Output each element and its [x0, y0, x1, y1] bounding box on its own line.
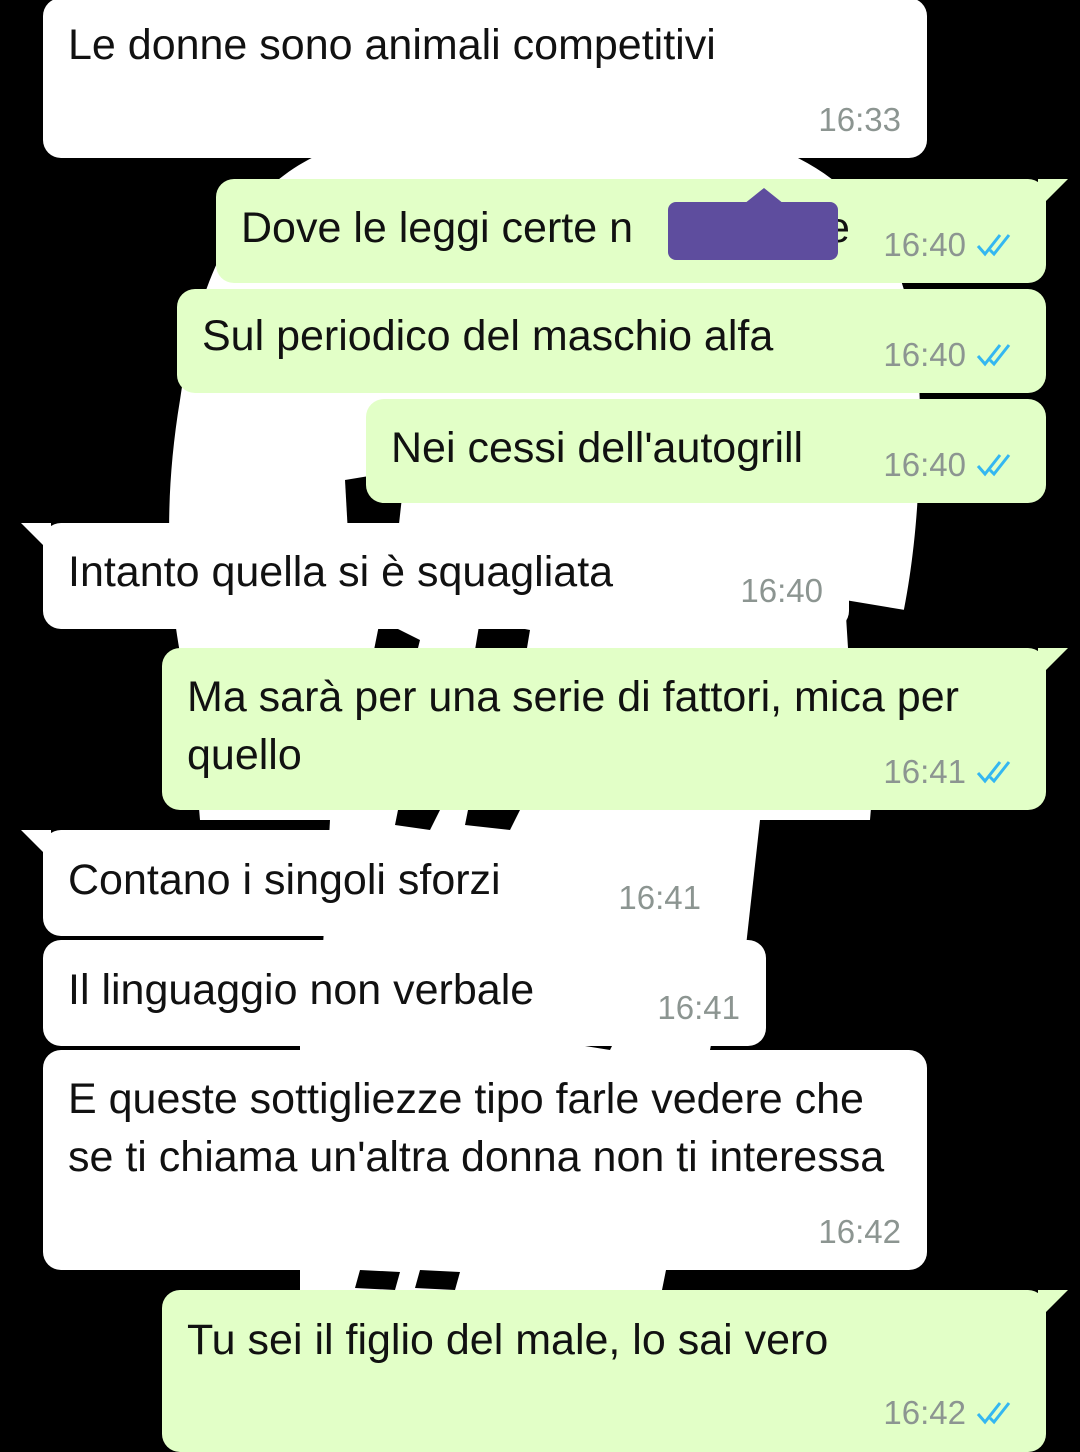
message-time: 16:42 — [883, 1394, 966, 1431]
message-text: Ma sarà per una serie di fattori, mica p… — [187, 673, 959, 779]
double-check-icon — [976, 344, 1011, 367]
message-bubble-incoming[interactable]: Contano i singoli sforzi 16:41 — [21, 830, 727, 936]
message-text: Contano i singoli sforzi — [68, 856, 501, 904]
message-bubble-incoming[interactable]: Il linguaggio non verbale 16:41 — [43, 940, 766, 1046]
message-text: Dove le leggi certe n — [241, 204, 633, 252]
message-meta: 16:40 — [883, 445, 1020, 485]
message-text: Tu sei il figlio del male, lo sai vero — [187, 1316, 829, 1364]
message-text: E queste sottigliezze tipo farle vedere … — [68, 1075, 885, 1181]
message-bubble-incoming[interactable]: E queste sottigliezze tipo farle vedere … — [43, 1050, 927, 1270]
message-time: 16:42 — [818, 1213, 901, 1250]
message-meta: 16:40 — [883, 225, 1020, 265]
message-time: 16:41 — [618, 879, 701, 916]
message-bubble-incoming[interactable]: Le donne sono animali competitivi 16:33 — [43, 0, 927, 158]
message-bubble-outgoing[interactable]: Dove le leggi certe n e 16:40 — [216, 179, 1068, 283]
message-meta: 16:41 — [618, 878, 701, 918]
double-check-icon — [976, 1402, 1011, 1425]
message-bubble-outgoing[interactable]: Ma sarà per una serie di fattori, mica p… — [162, 648, 1068, 810]
message-time: 16:41 — [657, 989, 740, 1026]
double-check-icon — [976, 234, 1011, 257]
message-text: Sul periodico del maschio alfa — [202, 312, 774, 360]
message-time: 16:40 — [740, 572, 823, 609]
message-time: 16:40 — [883, 446, 966, 483]
message-text: Intanto quella si è squagliata — [68, 548, 614, 596]
message-time: 16:40 — [883, 226, 966, 263]
message-time: 16:33 — [818, 101, 901, 138]
redaction-mark — [668, 202, 838, 260]
message-text: Nei cessi dell'autogrill — [391, 424, 804, 472]
message-bubble-incoming[interactable]: Intanto quella si è squagliata 16:40 — [21, 523, 849, 629]
message-time: 16:41 — [883, 753, 966, 790]
message-meta: 16:42 — [883, 1393, 1020, 1433]
message-meta: 16:40 — [740, 571, 823, 611]
message-text: Il linguaggio non verbale — [68, 966, 535, 1014]
double-check-icon — [976, 454, 1011, 477]
message-bubble-outgoing[interactable]: Sul periodico del maschio alfa 16:40 — [177, 289, 1046, 393]
double-check-icon — [976, 761, 1011, 784]
message-meta: 16:41 — [657, 988, 740, 1028]
message-time: 16:40 — [883, 336, 966, 373]
message-meta: 16:41 — [883, 752, 1020, 792]
message-bubble-outgoing[interactable]: Nei cessi dell'autogrill 16:40 — [366, 399, 1046, 503]
message-meta: 16:42 — [818, 1212, 901, 1252]
message-meta: 16:40 — [883, 335, 1020, 375]
message-bubble-outgoing[interactable]: Tu sei il figlio del male, lo sai vero 1… — [162, 1290, 1068, 1452]
message-meta: 16:33 — [818, 100, 901, 140]
message-text: Le donne sono animali competitivi — [68, 21, 716, 69]
